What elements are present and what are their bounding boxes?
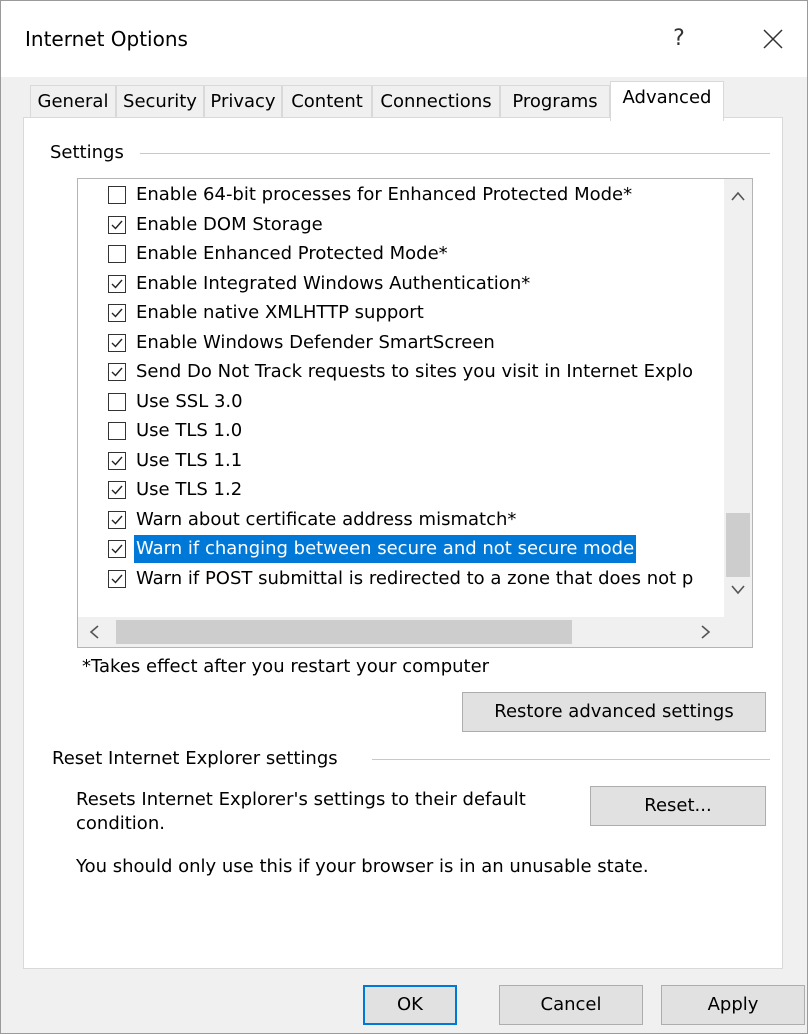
unchecked-checkbox[interactable] xyxy=(108,422,126,440)
checkmark-icon xyxy=(111,220,123,230)
reset-description: Resets Internet Explorer's settings to t… xyxy=(76,789,526,834)
setting-label: Warn if POST submittal is redirected to … xyxy=(136,567,694,589)
checked-checkbox[interactable] xyxy=(108,274,126,293)
scroll-right-icon[interactable] xyxy=(694,621,718,643)
checked-checkbox[interactable] xyxy=(108,333,126,352)
setting-label: Enable native XMLHTTP support xyxy=(136,302,424,323)
setting-label: Warn if changing between secure and not … xyxy=(134,535,637,563)
reset-button[interactable]: Reset... xyxy=(590,786,766,826)
setting-label: Enable Windows Defender SmartScreen xyxy=(136,331,495,353)
horizontal-scroll-thumb[interactable] xyxy=(116,620,572,644)
vertical-scroll-thumb[interactable] xyxy=(726,513,750,577)
tab-security[interactable]: Security xyxy=(116,85,204,119)
checked-checkbox[interactable] xyxy=(108,540,126,558)
checked-checkbox[interactable] xyxy=(108,215,126,234)
checkmark-icon xyxy=(111,279,123,289)
unchecked-checkbox[interactable] xyxy=(108,245,126,263)
checkmark-icon xyxy=(111,485,123,495)
horizontal-scrollbar[interactable] xyxy=(78,617,724,647)
checkmark-icon xyxy=(111,456,123,466)
help-icon: ? xyxy=(673,26,685,51)
unchecked-checkbox[interactable] xyxy=(108,186,126,204)
tab-strip: General Security Privacy Content Connect… xyxy=(24,81,804,121)
apply-button[interactable]: Apply xyxy=(661,985,805,1025)
setting-label: Enable 64-bit processes for Enhanced Pro… xyxy=(136,184,633,205)
setting-label: Enable Enhanced Protected Mode* xyxy=(136,243,448,264)
checked-checkbox[interactable] xyxy=(108,481,126,499)
tab-programs[interactable]: Programs xyxy=(500,85,610,119)
checked-checkbox[interactable] xyxy=(108,510,126,529)
reset-group-label: Reset Internet Explorer settings xyxy=(52,748,350,769)
title-bar: Internet Options ? xyxy=(1,1,807,77)
internet-options-dialog: Internet Options ? General Security Priv… xyxy=(0,0,808,1034)
tab-content[interactable]: Content xyxy=(282,85,372,119)
checkmark-icon xyxy=(111,544,123,554)
restore-advanced-settings-button[interactable]: Restore advanced settings xyxy=(462,692,766,732)
checked-checkbox[interactable] xyxy=(108,569,126,588)
checkmark-icon xyxy=(111,338,123,348)
advanced-tab-panel: Settings Enable 64-bit processes for Enh… xyxy=(23,117,783,969)
unchecked-checkbox[interactable] xyxy=(108,392,126,411)
settings-group-label: Settings xyxy=(50,142,136,163)
help-button[interactable]: ? xyxy=(647,15,711,63)
settings-list[interactable]: Enable 64-bit processes for Enhanced Pro… xyxy=(77,178,753,648)
vertical-scrollbar[interactable] xyxy=(724,179,752,617)
scrollbar-corner xyxy=(724,617,752,647)
tab-connections[interactable]: Connections xyxy=(372,85,500,119)
scroll-left-icon[interactable] xyxy=(82,621,106,643)
reset-warning: You should only use this if your browser… xyxy=(76,856,649,877)
dialog-title: Internet Options xyxy=(25,27,188,51)
setting-label: Enable DOM Storage xyxy=(136,213,323,235)
close-icon xyxy=(763,29,783,49)
ok-button[interactable]: OK xyxy=(363,985,457,1025)
checkmark-icon xyxy=(111,574,123,584)
restart-footnote: *Takes effect after you restart your com… xyxy=(82,656,490,677)
checkmark-icon xyxy=(111,515,123,525)
tab-privacy[interactable]: Privacy xyxy=(204,85,282,119)
close-button[interactable] xyxy=(741,15,805,63)
tab-general[interactable]: General xyxy=(30,85,116,119)
reset-group-divider xyxy=(372,759,770,760)
checkmark-icon xyxy=(111,367,123,377)
tab-advanced[interactable]: Advanced xyxy=(610,81,724,121)
setting-label: Use TLS 1.2 xyxy=(136,479,243,500)
checked-checkbox[interactable] xyxy=(108,363,126,381)
checked-checkbox[interactable] xyxy=(108,304,126,322)
scroll-down-icon[interactable] xyxy=(724,579,752,603)
settings-group-divider xyxy=(140,153,770,154)
setting-label: Use SSL 3.0 xyxy=(136,390,243,412)
setting-label: Enable Integrated Windows Authentication… xyxy=(136,272,531,294)
checked-checkbox[interactable] xyxy=(108,451,126,470)
cancel-button[interactable]: Cancel xyxy=(499,985,643,1025)
setting-label: Use TLS 1.0 xyxy=(136,420,243,441)
scroll-up-icon[interactable] xyxy=(724,183,752,207)
setting-label: Use TLS 1.1 xyxy=(136,449,243,471)
checkmark-icon xyxy=(111,308,123,318)
setting-label: Send Do Not Track requests to sites you … xyxy=(136,361,694,382)
setting-label: Warn about certificate address mismatch* xyxy=(136,508,517,530)
